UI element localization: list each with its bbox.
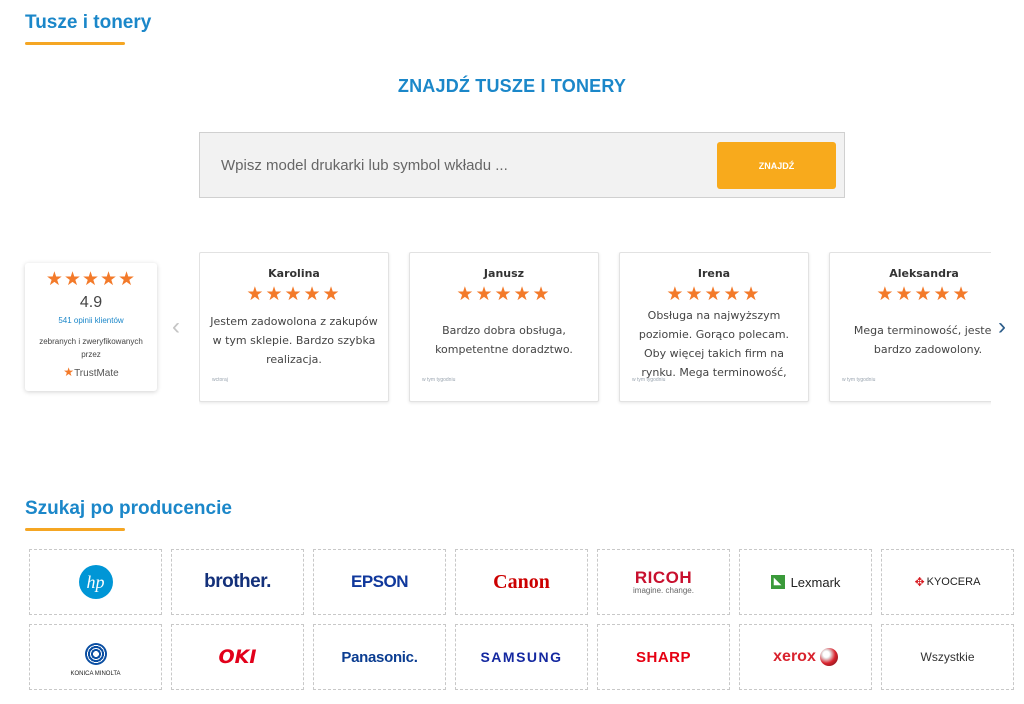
brother-logo: brother. [204, 571, 271, 592]
brand-tile-sharp[interactable]: SHARP [597, 624, 730, 690]
rating-value: 4.9 [79, 294, 103, 311]
trustmate-logo: ★TrustMate [25, 365, 157, 379]
review-text: Bardzo dobra obsługa, kompetentne doradz… [435, 324, 573, 356]
brand-tile-kyocera[interactable]: ✥ KYOCERA [881, 549, 1014, 615]
review-stars-icon: ★★★★★ [456, 284, 552, 305]
sharp-logo: SHARP [635, 648, 691, 666]
brand-tile-canon[interactable]: Canon [455, 549, 588, 615]
reviewer-name: Janusz [483, 267, 525, 280]
review-card: Irena ★★★★★ Obsługa na najwyższym poziom… [619, 252, 809, 402]
rating-stars-icon: ★★★★★ [45, 269, 137, 290]
title-underline [25, 528, 125, 531]
review-stars-icon: ★★★★★ [246, 284, 342, 305]
review-card: Janusz ★★★★★ Bardzo dobra obsługa, kompe… [409, 252, 599, 402]
canon-logo: Canon [493, 570, 550, 593]
reviews-carousel: Karolina ★★★★★ Jestem zadowolona z zakup… [199, 252, 991, 407]
brand-tile-konica-minolta[interactable]: KONICA MINOLTA [29, 624, 162, 690]
brand-tile-epson[interactable]: EPSON [313, 549, 446, 615]
search-heading: ZNAJDŹ TUSZE I TONERY [397, 76, 627, 96]
brand-tile-hp[interactable]: hp [29, 549, 162, 615]
reviewer-name: Irena [697, 267, 731, 280]
epson-logo: EPSON [350, 572, 409, 591]
page-title: Tusze i tonery [25, 12, 152, 33]
brand-tile-brother[interactable]: brother. [171, 549, 304, 615]
carousel-prev-icon[interactable]: ‹ [172, 315, 180, 339]
lexmark-logo-icon: ◣ [770, 575, 785, 589]
panasonic-logo: Panasonic. [341, 648, 418, 666]
review-stars-icon: ★★★★★ [876, 284, 972, 305]
trustmate-logo-text: TrustMate [74, 368, 119, 379]
xerox-logo: xerox [773, 648, 816, 665]
xerox-sphere-icon [819, 648, 838, 666]
search-button[interactable]: ZNAJDŹ [717, 142, 836, 189]
review-stars-icon: ★★★★★ [666, 284, 762, 305]
review-source: w tym tygodniu [632, 377, 666, 383]
konica-minolta-logo-icon [84, 643, 107, 665]
trustmate-widget[interactable]: ★★★★★ 4.9 541 opinii klientów zebranych … [25, 263, 157, 391]
title-underline [25, 42, 125, 45]
carousel-next-icon[interactable]: › [998, 315, 1006, 339]
review-source: w tym tygodniu [842, 377, 876, 383]
samsung-logo: SAMSUNG [480, 649, 563, 665]
search-input[interactable] [201, 134, 711, 196]
hp-logo-icon: hp [78, 565, 113, 599]
review-card: Aleksandra ★★★★★ Mega terminowość, jeste… [829, 252, 991, 402]
reviewer-name: Karolina [268, 267, 320, 280]
brand-tile-samsung[interactable]: SAMSUNG [455, 624, 588, 690]
all-brands-link: Wszystkie [920, 650, 975, 664]
kyocera-logo-icon: ✥ [914, 575, 925, 589]
ricoh-tagline: imagine. change. [633, 586, 694, 595]
konica-minolta-logo: KONICA MINOLTA [70, 671, 121, 677]
brand-tile-all[interactable]: Wszystkie [881, 624, 1014, 690]
lexmark-logo: Lexmark [790, 574, 841, 590]
brand-tile-oki[interactable]: OKI [171, 624, 304, 690]
review-text: Obsługa na najwyższym poziomie. Gorąco p… [638, 309, 790, 379]
review-text: Jestem zadowolona z zakupów w tym sklepi… [210, 315, 378, 366]
review-text: Mega terminowość, jestem bardzo zadowolo… [853, 324, 991, 356]
section-title-producers: Szukaj po producencie [25, 498, 232, 519]
brand-tile-ricoh[interactable]: RICOH imagine. change. [597, 549, 730, 615]
ricoh-logo: RICOH [634, 568, 693, 587]
review-card: Karolina ★★★★★ Jestem zadowolona z zakup… [199, 252, 389, 402]
brand-tile-xerox[interactable]: xerox [739, 624, 872, 690]
brand-tile-lexmark[interactable]: ◣ Lexmark [739, 549, 872, 615]
review-count-link[interactable]: 541 opinii klientów [25, 316, 157, 325]
brand-tile-panasonic[interactable]: Panasonic. [313, 624, 446, 690]
oki-logo: OKI [218, 646, 257, 668]
review-source: w tym tygodniu [422, 377, 456, 383]
trustmate-star-icon: ★ [63, 365, 75, 379]
review-source: wctoraj [212, 377, 228, 383]
kyocera-logo: KYOCERA [926, 576, 981, 588]
reviewer-name: Aleksandra [889, 267, 959, 280]
trustmate-description: zebranych i zweryfikowanych przez [39, 337, 143, 359]
search-box: ZNAJDŹ [199, 132, 845, 198]
